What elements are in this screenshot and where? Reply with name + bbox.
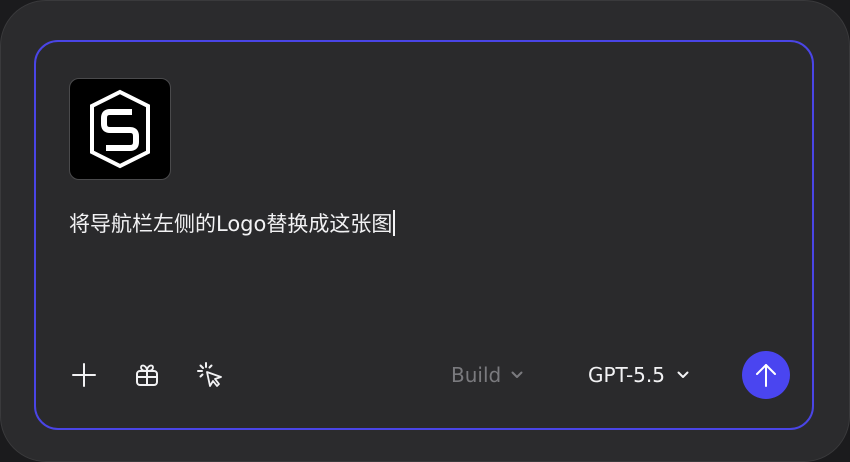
model-select-label: GPT-5.5 <box>588 363 665 387</box>
pointer-click-icon <box>197 362 222 387</box>
gift-icon <box>136 364 158 386</box>
prompt-input[interactable]: 将导航栏左侧的Logo替换成这张图 <box>69 209 395 239</box>
text-caret <box>393 210 395 236</box>
arrow-up-icon <box>756 364 776 387</box>
select-element-button[interactable] <box>195 360 225 390</box>
prompt-window: 将导航栏左侧的Logo替换成这张图 Build GPT-5.5 <box>0 0 850 462</box>
add-button[interactable] <box>69 360 99 390</box>
chevron-down-icon <box>677 371 689 378</box>
send-button[interactable] <box>742 351 790 399</box>
prompt-input-text: 将导航栏左侧的Logo替换成这张图 <box>69 212 393 236</box>
attachment-thumbnail[interactable] <box>69 78 171 180</box>
mode-select-label: Build <box>451 363 502 387</box>
chevron-down-icon <box>511 371 523 378</box>
template-button[interactable] <box>132 360 162 390</box>
prompt-composer[interactable]: 将导航栏左侧的Logo替换成这张图 Build GPT-5.5 <box>34 40 814 430</box>
mode-select[interactable]: Build <box>451 360 523 390</box>
plus-icon <box>72 363 96 387</box>
s-hexagon-logo-icon <box>90 89 150 169</box>
model-select[interactable]: GPT-5.5 <box>588 360 689 390</box>
